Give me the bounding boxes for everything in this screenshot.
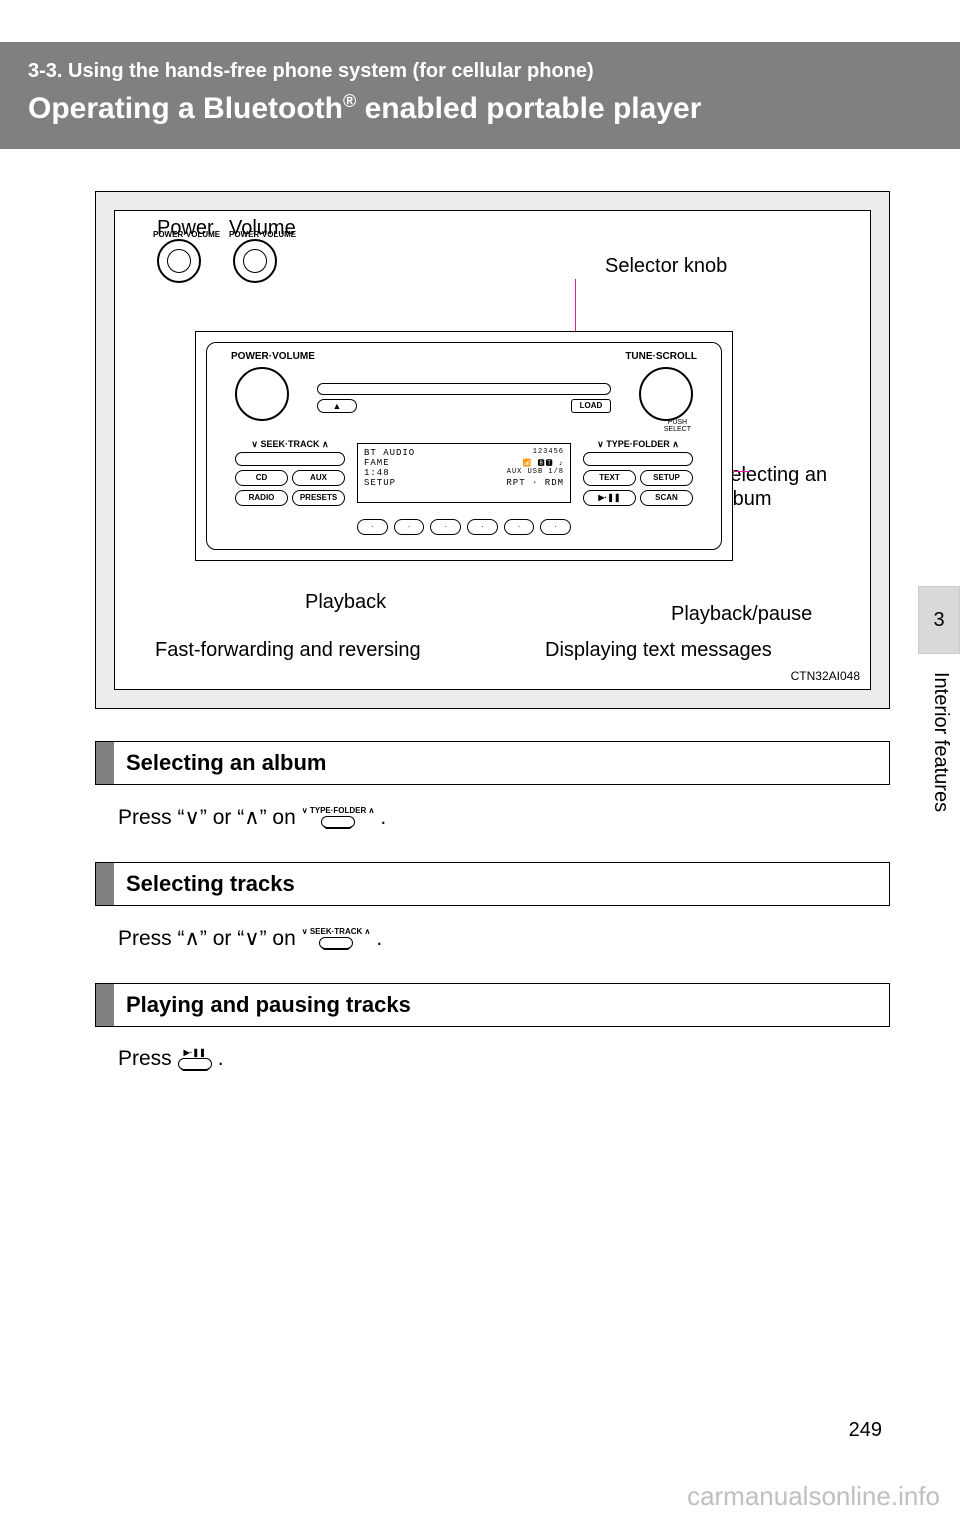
section-number: 3-3. Using the hands-free phone system (… (28, 60, 932, 83)
display-rpt-rdm: RPT · RDM (506, 478, 564, 488)
preset-buttons-row: · · · · · · (357, 519, 571, 535)
section-heading-selecting-album: Selecting an album (95, 741, 890, 785)
label-displaying-text: Displaying text messages (545, 639, 772, 662)
heading-text: Playing and pausing tracks (114, 984, 423, 1026)
chapter-tab: 3 (918, 586, 960, 654)
chapter-label: Interior features (929, 672, 952, 812)
preset-button: · (467, 519, 498, 535)
preset-button: · (357, 519, 388, 535)
stereo-unit: POWER·VOLUME TUNE·SCROLL PUSHSELECT ▲ LO… (195, 331, 733, 561)
load-button: LOAD (571, 399, 611, 413)
heading-bar (96, 984, 114, 1026)
play-pause-button: ▶·❚❚ (583, 490, 636, 506)
display-source: BT AUDIO (364, 448, 415, 458)
display-icons: 📶 🅱🆃 ♪ (523, 458, 564, 468)
cd-slot (317, 383, 611, 395)
radio-button: RADIO (235, 490, 288, 506)
push-select-label: PUSHSELECT (664, 419, 691, 433)
display-digits: 123456 (533, 448, 564, 458)
page-number: 249 (849, 1419, 882, 1442)
page-header: 3-3. Using the hands-free phone system (… (0, 42, 960, 149)
aux-button: AUX (292, 470, 345, 486)
text-button: TEXT (583, 470, 636, 486)
label-playback: Playback (305, 591, 386, 614)
section-heading-playing-pausing: Playing and pausing tracks (95, 983, 890, 1027)
heading-text: Selecting an album (114, 742, 339, 784)
type-folder-button-icon: ∨ TYPE·FOLDER ∧ (302, 807, 375, 828)
type-folder-label: ∨ TYPE·FOLDER ∧ (583, 439, 693, 450)
type-folder-rocker (583, 452, 693, 466)
right-button-group: ∨ TYPE·FOLDER ∧ TEXT SETUP ▶·❚❚ SCAN (583, 439, 693, 510)
body-selecting-tracks: Press “∧” or “∨” on ∨ SEEK·TRACK ∧ . (118, 926, 890, 951)
heading-text: Selecting tracks (114, 863, 307, 905)
seek-track-rocker (235, 452, 345, 466)
mini-knob-volume (233, 239, 277, 283)
presets-button: PRESETS (292, 490, 345, 506)
seek-track-button-icon: ∨ SEEK·TRACK ∧ (302, 928, 371, 949)
tune-scroll-knob (639, 367, 693, 421)
stereo-face: POWER·VOLUME TUNE·SCROLL PUSHSELECT ▲ LO… (206, 342, 722, 550)
knob-label-power-volume: POWER·VOLUME (231, 351, 315, 362)
page-title: Operating a Bluetooth® enabled portable … (28, 91, 932, 127)
heading-bar (96, 742, 114, 784)
stereo-display: BT AUDIO 123456 FAME 📶 🅱🆃 ♪ 1:48 AUX USB… (357, 443, 571, 503)
heading-bar (96, 863, 114, 905)
preset-button: · (394, 519, 425, 535)
setup-button: SETUP (640, 470, 693, 486)
display-track-name: FAME (364, 458, 390, 468)
section-heading-selecting-tracks: Selecting tracks (95, 862, 890, 906)
label-fast-forward-reverse: Fast-forwarding and reversing (155, 639, 421, 662)
mini-knob-label-left: POWER·VOLUME (153, 230, 220, 239)
scan-button: SCAN (640, 490, 693, 506)
diagram-inner: Power Volume POWER·VOLUME POWER·VOLUME S… (114, 210, 871, 690)
chapter-number: 3 (933, 609, 944, 632)
display-setup: SETUP (364, 478, 396, 488)
body-selecting-album: Press “∨” or “∧” on ∨ TYPE·FOLDER ∧ . (118, 805, 890, 830)
diagram-container: Power Volume POWER·VOLUME POWER·VOLUME S… (95, 191, 890, 709)
label-playback-pause: Playback/pause (671, 603, 812, 626)
preset-button: · (504, 519, 535, 535)
label-selector-knob: Selector knob (605, 255, 727, 278)
power-volume-knob (235, 367, 289, 421)
display-aux-usb: AUX USB 1/8 (507, 468, 564, 478)
eject-button: ▲ (317, 399, 357, 413)
knob-label-tune-scroll: TUNE·SCROLL (625, 351, 697, 362)
diagram-reference: CTN32AI048 (791, 669, 860, 683)
left-button-group: ∨ SEEK·TRACK ∧ CD AUX RADIO PRESETS (235, 439, 345, 510)
preset-button: · (540, 519, 571, 535)
preset-button: · (430, 519, 461, 535)
play-pause-button-icon: ▶·❚❚ (178, 1049, 212, 1070)
mini-knob-power (157, 239, 201, 283)
watermark: carmanualsonline.info (687, 1481, 940, 1512)
cd-button: CD (235, 470, 288, 486)
mini-knob-label-right: POWER·VOLUME (229, 230, 296, 239)
seek-track-label: ∨ SEEK·TRACK ∧ (235, 439, 345, 450)
display-time: 1:48 (364, 468, 390, 478)
body-playing-pausing: Press ▶·❚❚ . (118, 1047, 890, 1071)
